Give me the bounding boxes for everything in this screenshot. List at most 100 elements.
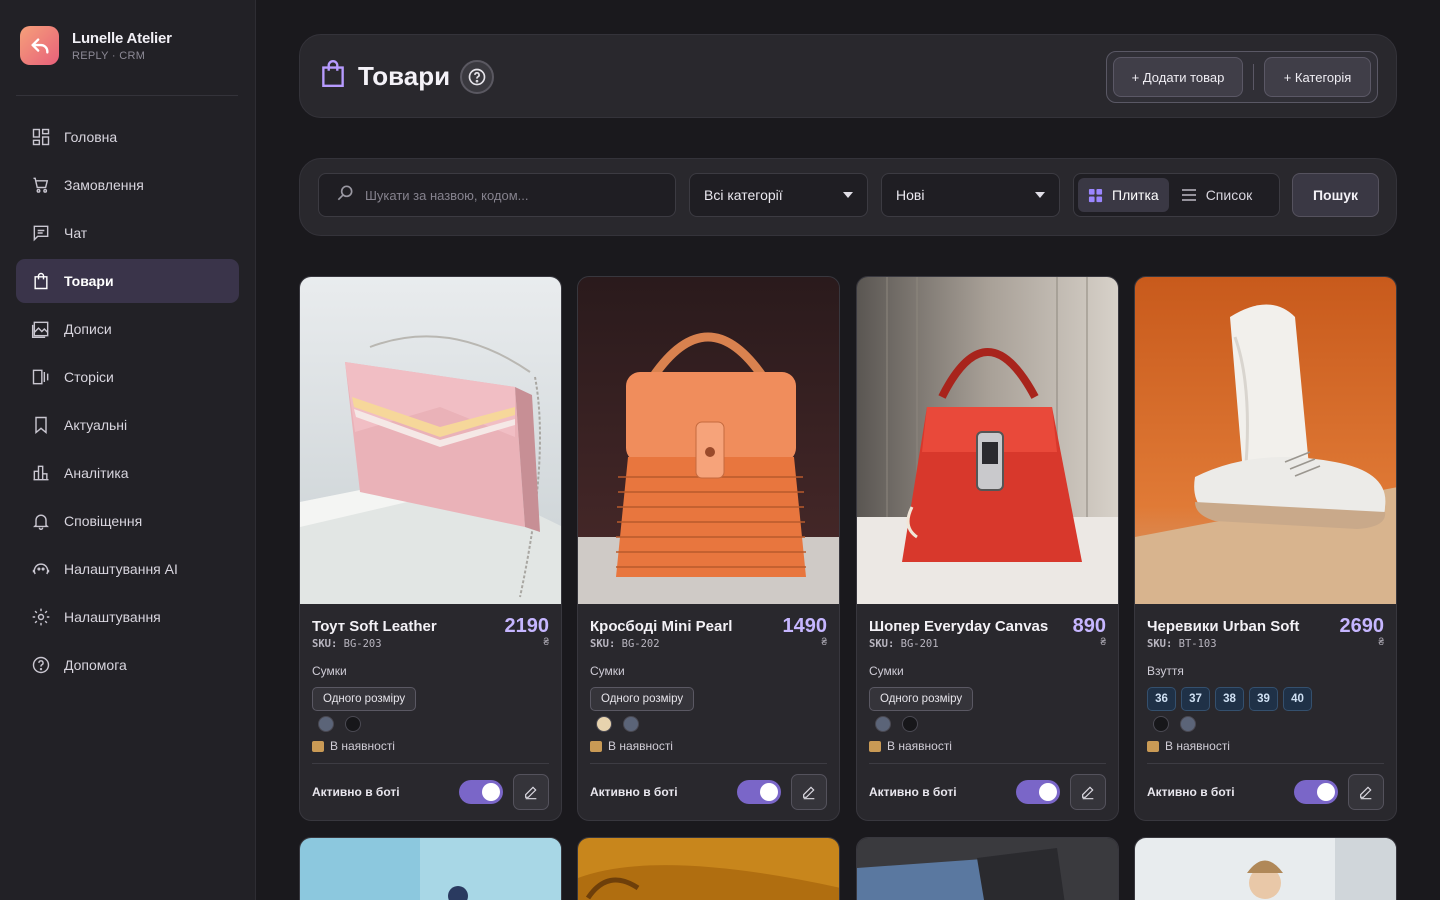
- package-icon: [312, 740, 324, 752]
- card-divider: [312, 763, 549, 764]
- color-swatch: [875, 716, 891, 732]
- size-chip: Одного розміру: [869, 687, 974, 711]
- card-footer: Активно в боті: [1147, 774, 1384, 810]
- color-swatch: [1153, 716, 1169, 732]
- sidebar-item-label: Сторіси: [64, 369, 114, 385]
- size-chips: Одного розміру: [869, 687, 1106, 711]
- stock-status: В наявності: [590, 739, 827, 753]
- product-card[interactable]: [1134, 837, 1397, 900]
- sku-value: BG-203: [343, 638, 382, 650]
- filter-toolbar: Всі категорії Нові Плитка Список Пошук: [299, 158, 1397, 236]
- size-chip: 37: [1181, 687, 1210, 711]
- size-chip: Одного розміру: [590, 687, 695, 711]
- help-button[interactable]: [460, 59, 495, 94]
- view-grid-button[interactable]: Плитка: [1078, 178, 1169, 212]
- bot-active-toggle[interactable]: [459, 780, 503, 804]
- product-sku: SKU: BG-201: [869, 638, 1106, 650]
- size-chips: 36 37 38 39 40: [1147, 687, 1384, 711]
- sidebar-item-analytics[interactable]: Аналітика: [16, 451, 239, 495]
- size-chip: Одного розміру: [312, 687, 417, 711]
- card-divider: [590, 763, 827, 764]
- sku-value: BG-201: [900, 638, 939, 650]
- search-button[interactable]: Пошук: [1292, 173, 1379, 217]
- list-icon: [1181, 188, 1197, 202]
- product-card[interactable]: [856, 837, 1119, 900]
- product-price: 1490: [782, 615, 828, 637]
- currency-symbol: ₴: [543, 637, 549, 648]
- bot-active-toggle[interactable]: [1294, 780, 1338, 804]
- sku-value: BG-202: [621, 638, 660, 650]
- sidebar-item-label: Дописи: [64, 321, 112, 337]
- pencil-icon: [803, 786, 815, 800]
- pencil-icon: [525, 786, 537, 800]
- product-image: [1135, 277, 1396, 604]
- product-info: Черевики Urban Soft 2690 ₴ SKU: BT-103 В…: [1147, 615, 1384, 753]
- card-footer: Активно в боті: [869, 774, 1106, 810]
- color-swatch: [1180, 716, 1196, 732]
- sku-label: SKU:: [312, 638, 338, 650]
- product-card[interactable]: [577, 837, 840, 900]
- product-image: [857, 838, 1118, 900]
- sku-label: SKU:: [869, 638, 895, 650]
- toggle-knob: [482, 783, 500, 801]
- add-product-button[interactable]: + Додати товар: [1113, 57, 1243, 97]
- product-category: Сумки: [312, 664, 347, 678]
- bot-active-toggle[interactable]: [1016, 780, 1060, 804]
- product-price: 2690: [1339, 615, 1385, 637]
- bot-active-toggle[interactable]: [737, 780, 781, 804]
- search-box[interactable]: [318, 173, 676, 217]
- sidebar-item-settings[interactable]: Налаштування: [16, 595, 239, 639]
- color-swatch: [596, 716, 612, 732]
- view-list-button[interactable]: Список: [1171, 178, 1263, 212]
- product-card[interactable]: Кросбоді Mini Pearl 1490 ₴ SKU: BG-202 С…: [577, 276, 840, 821]
- chat-icon: [30, 222, 52, 244]
- product-category: Взуття: [1147, 664, 1184, 678]
- bot-active-label: Активно в боті: [590, 785, 678, 799]
- product-category: Сумки: [590, 664, 625, 678]
- cart-icon: [30, 174, 52, 196]
- product-card[interactable]: Шопер Everyday Canvas 890 ₴ SKU: BG-201 …: [856, 276, 1119, 821]
- edit-button[interactable]: [1070, 774, 1106, 810]
- product-image: [300, 277, 561, 604]
- brand-name: Lunelle Atelier: [72, 29, 172, 47]
- edit-button[interactable]: [513, 774, 549, 810]
- dashboard-icon: [30, 126, 52, 148]
- add-category-button[interactable]: + Категорія: [1264, 57, 1371, 97]
- sort-select[interactable]: Нові: [881, 173, 1060, 217]
- product-card[interactable]: Черевики Urban Soft 2690 ₴ SKU: BT-103 В…: [1134, 276, 1397, 821]
- sidebar-item-home[interactable]: Головна: [16, 115, 239, 159]
- sidebar-item-chat[interactable]: Чат: [16, 211, 239, 255]
- stock-label: В наявності: [1165, 739, 1230, 753]
- color-swatches: [318, 715, 549, 733]
- sidebar-item-products[interactable]: Товари: [16, 259, 239, 303]
- edit-button[interactable]: [1348, 774, 1384, 810]
- help-circle-icon: [468, 68, 486, 85]
- sidebar-item-orders[interactable]: Замовлення: [16, 163, 239, 207]
- sidebar-item-label: Товари: [64, 273, 114, 289]
- product-card[interactable]: Тоут Soft Leather 2190 ₴ SKU: BG-203 Сум…: [299, 276, 562, 821]
- page-title-group: Товари: [320, 59, 495, 94]
- category-select[interactable]: Всі категорії: [689, 173, 868, 217]
- currency-symbol: ₴: [1378, 637, 1384, 648]
- sidebar-item-stories[interactable]: Сторіси: [16, 355, 239, 399]
- search-input[interactable]: [365, 187, 665, 203]
- product-image: [300, 838, 561, 900]
- reply-logo-icon: [20, 26, 59, 65]
- sidebar-item-posts[interactable]: Дописи: [16, 307, 239, 351]
- sidebar-item-ai-settings[interactable]: Налаштування AI: [16, 547, 239, 591]
- sidebar-item-label: Чат: [64, 225, 88, 241]
- product-price: 890: [1072, 615, 1106, 637]
- size-chip: 39: [1249, 687, 1278, 711]
- view-list-label: Список: [1205, 187, 1253, 203]
- brand[interactable]: Lunelle Atelier REPLY · CRM: [20, 26, 172, 65]
- sidebar-item-notifications[interactable]: Сповіщення: [16, 499, 239, 543]
- edit-button[interactable]: [791, 774, 827, 810]
- color-swatch: [318, 716, 334, 732]
- product-card[interactable]: [299, 837, 562, 900]
- toggle-knob: [760, 783, 778, 801]
- card-footer: Активно в боті: [590, 774, 827, 810]
- sidebar-item-help[interactable]: Допомога: [16, 643, 239, 687]
- sidebar-item-label: Головна: [64, 129, 118, 145]
- product-info: Кросбоді Mini Pearl 1490 ₴ SKU: BG-202 С…: [590, 615, 827, 753]
- sidebar-item-highlights[interactable]: Актуальні: [16, 403, 239, 447]
